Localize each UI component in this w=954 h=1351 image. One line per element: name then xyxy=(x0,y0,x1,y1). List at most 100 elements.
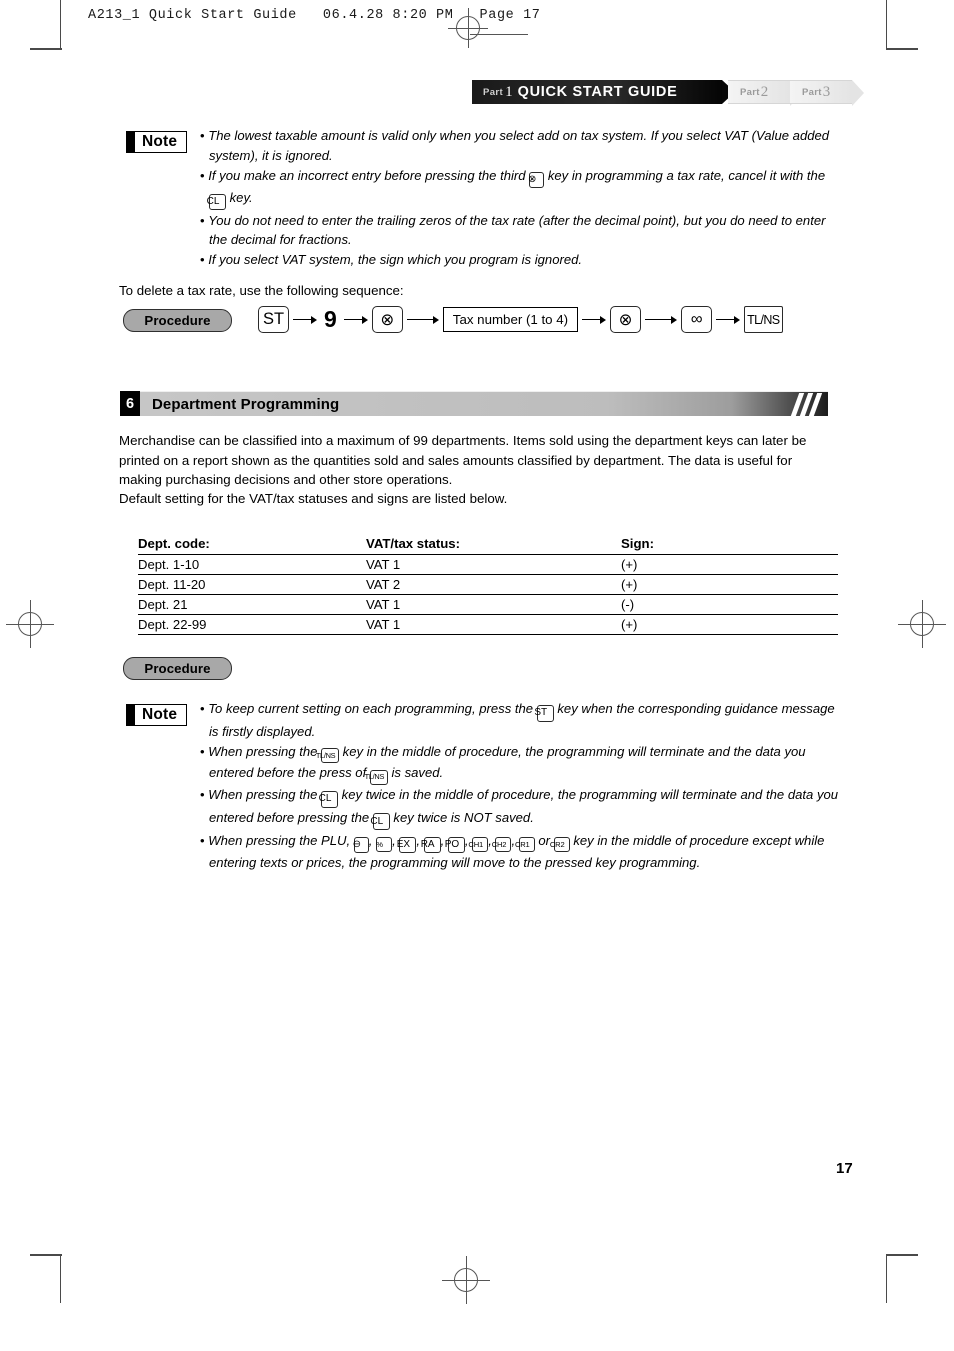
tab-part-3[interactable]: Part 3 xyxy=(790,80,864,106)
key-glyph-ex: EX xyxy=(397,836,417,854)
sequence-arrow-icon xyxy=(716,315,741,324)
note-top-list: • The lowest taxable amount is valid onl… xyxy=(200,126,840,270)
crop-mark-bottom-left-horizontal xyxy=(30,1254,62,1256)
cell-sign: (+) xyxy=(621,574,838,595)
sequence-key-glyph: ⊗ xyxy=(371,306,403,333)
note-badge-label: Note xyxy=(135,131,188,153)
key-glyph-tl-ns: TL/NS xyxy=(316,748,340,764)
tab-part-number: 2 xyxy=(760,83,769,100)
crop-mark-top-left-horizontal xyxy=(30,48,62,50)
sequence-arrow-icon xyxy=(582,315,607,324)
key-glyph-: ⊖ xyxy=(353,837,369,853)
procedure-badge-department: Procedure xyxy=(123,657,232,680)
registration-mark-bottom xyxy=(442,1256,490,1304)
tab-part-number: 1 xyxy=(505,83,513,100)
note-bullet-item: • When pressing the PLU, ⊖, %, EX, RA, P… xyxy=(200,832,825,871)
procedure-badge-delete-sequence: Procedure xyxy=(123,309,232,332)
sequence-arrow-icon xyxy=(406,315,439,324)
page-number: 17 xyxy=(836,1160,853,1177)
bullet-icon: • xyxy=(200,743,209,759)
note-bullet-item: • You do not need to enter the trailing … xyxy=(200,212,826,248)
tab-part-label: Part xyxy=(802,86,822,98)
cell-sign: (-) xyxy=(621,594,838,615)
cell-vat-status: VAT 1 xyxy=(366,614,621,635)
bullet-icon: • xyxy=(200,128,209,143)
crop-mark-top-left-vertical xyxy=(60,0,61,48)
key-sequence-delete-tax-rate: ST 9 ⊗ Tax number (1 to 4) ⊗ ∞ TL/NS xyxy=(258,306,783,333)
bullet-icon: • xyxy=(200,787,209,802)
tab-part-1-quick-start-guide[interactable]: Part 1 QUICK START GUIDE xyxy=(472,80,735,104)
note-badge-label: Note xyxy=(135,704,188,726)
crop-mark-top-right-horizontal xyxy=(886,48,918,50)
cell-dept-code: Dept. 11-20 xyxy=(138,574,366,595)
tab-part-title: QUICK START GUIDE xyxy=(517,84,678,100)
tab-part-number: 3 xyxy=(822,83,831,100)
table-header-dept-code: Dept. code: xyxy=(138,536,366,555)
key-glyph-po: PO xyxy=(445,836,465,854)
body-paragraph-1: Merchandise can be classified into a max… xyxy=(119,433,807,488)
key-glyph-cr2: CR2 xyxy=(550,837,570,853)
delete-tax-rate-intro: To delete a tax rate, use the following … xyxy=(119,283,404,298)
note-bullet-item: • To keep current setting on each progra… xyxy=(200,701,835,739)
registration-mark-right xyxy=(898,600,946,648)
crop-mark-top-right-vertical xyxy=(886,0,887,48)
note-bullet-item: • The lowest taxable amount is valid onl… xyxy=(200,128,830,163)
bullet-icon: • xyxy=(200,832,209,848)
bullet-icon: • xyxy=(200,252,209,268)
key-glyph-cl: CL xyxy=(370,813,390,831)
cell-sign: (+) xyxy=(621,554,838,575)
tab-part-2[interactable]: Part 2 xyxy=(728,80,802,106)
cell-vat-status: VAT 2 xyxy=(366,574,621,595)
table-header-vat-status: VAT/tax status: xyxy=(366,536,621,555)
body-paragraph-2: Default setting for the VAT/tax statuses… xyxy=(119,491,508,506)
registration-mark-left xyxy=(6,600,54,648)
note-block-bottom: • To keep current setting on each progra… xyxy=(200,699,840,873)
cell-dept-code: Dept. 22-99 xyxy=(138,614,366,635)
note-bullet-item: • When pressing the TL/NS key in the mid… xyxy=(200,742,840,785)
table-header-row: Dept. code: VAT/tax status: Sign: xyxy=(138,536,838,555)
section-number: 6 xyxy=(120,391,140,416)
note-badge-bottom: Note xyxy=(126,704,188,726)
sequence-arrow-icon xyxy=(293,315,317,324)
key-glyph-ra: RA xyxy=(421,836,441,854)
sequence-entry-box-tax-number: Tax number (1 to 4) xyxy=(442,307,579,332)
sequence-key-glyph: ∞ xyxy=(681,306,713,333)
department-defaults-table: Dept. code: VAT/tax status: Sign: Dept. … xyxy=(138,536,838,635)
note-bullet-item: • If you select VAT system, the sign whi… xyxy=(200,252,583,268)
cell-vat-status: VAT 1 xyxy=(366,554,621,575)
sequence-key-st: ST xyxy=(258,306,289,333)
note-badge-marker xyxy=(126,131,135,153)
tab-part-label: Part xyxy=(483,86,504,98)
cell-sign: (+) xyxy=(621,614,838,635)
table-row: Dept. 1-10 VAT 1 (+) xyxy=(138,554,838,575)
key-glyph-: % xyxy=(376,837,393,853)
key-glyph-cr1: CR1 xyxy=(515,837,535,853)
crop-mark-bottom-left-vertical xyxy=(60,1255,61,1303)
cell-vat-status: VAT 1 xyxy=(366,594,621,615)
table-row: Dept. 11-20 VAT 2 (+) xyxy=(138,574,838,595)
file-header-rule xyxy=(470,34,528,35)
key-glyph-tl-ns: TL/NS xyxy=(365,769,388,785)
key-glyph-ch1: CH1 xyxy=(468,837,489,853)
key-glyph-cl: CL xyxy=(319,790,339,808)
key-glyph-cl: CL xyxy=(207,193,226,211)
table-row: Dept. 21 VAT 1 (-) xyxy=(138,594,838,615)
cell-dept-code: Dept. 21 xyxy=(138,594,366,615)
key-glyph-st: ST xyxy=(534,704,554,722)
note-badge-marker xyxy=(126,704,135,726)
tab-arrow-icon xyxy=(852,80,864,106)
section-title: Department Programming xyxy=(152,395,340,413)
note-bullet-item: • When pressing the CL key twice in the … xyxy=(200,785,840,831)
section-title-bar: Department Programming xyxy=(140,391,828,416)
table-body: Dept. 1-10 VAT 1 (+) Dept. 11-20 VAT 2 (+) Dep… xyxy=(138,554,838,635)
table-row: Dept. 22-99 VAT 1 (+) xyxy=(138,614,838,635)
key-glyph-: ⊗ xyxy=(528,172,545,188)
sequence-arrow-icon xyxy=(645,315,678,324)
section-header-department-programming: 6 Department Programming xyxy=(120,391,828,416)
sequence-arrow-icon xyxy=(343,315,368,324)
crop-mark-bottom-right-horizontal xyxy=(886,1254,918,1256)
sequence-value-9: 9 xyxy=(324,306,337,332)
bullet-icon: • xyxy=(200,701,209,716)
sequence-key-tl-ns: TL/NS xyxy=(744,306,783,333)
note-block-top: • The lowest taxable amount is valid onl… xyxy=(200,126,840,271)
